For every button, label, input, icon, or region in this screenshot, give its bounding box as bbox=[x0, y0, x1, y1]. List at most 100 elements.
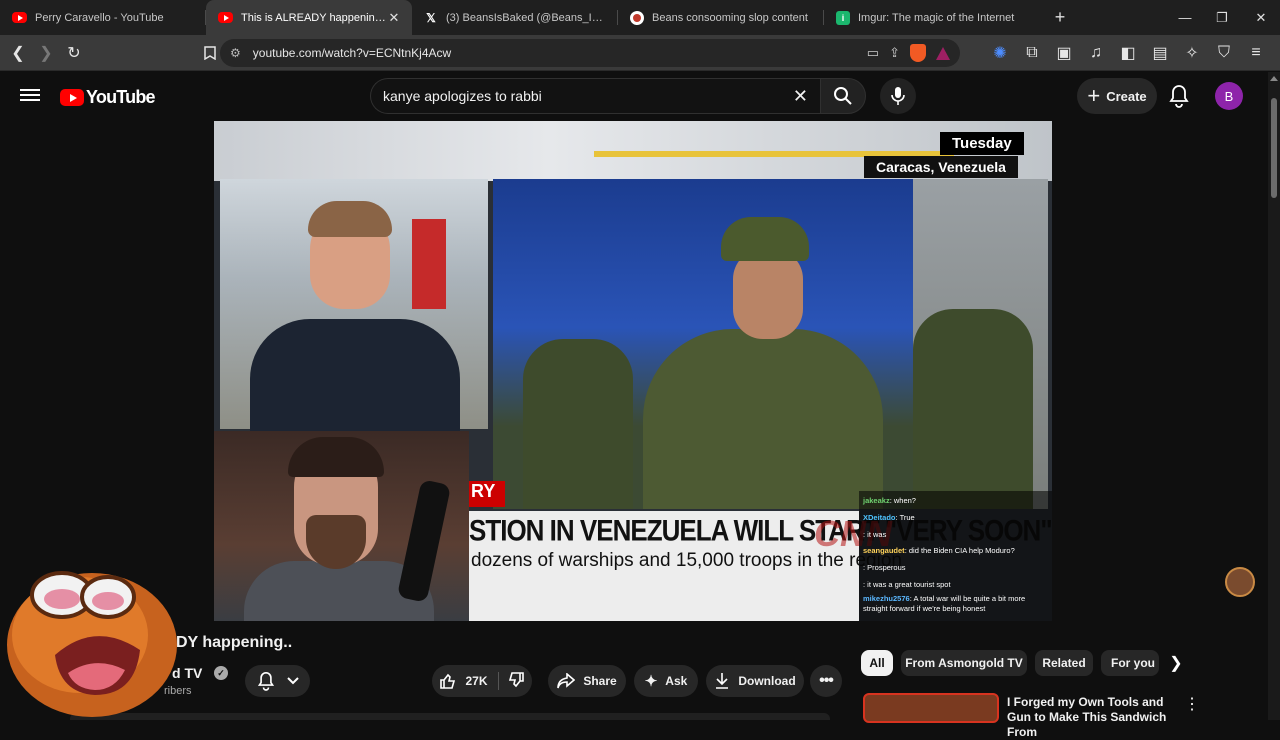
streamer-headphones bbox=[288, 437, 384, 477]
chip-related[interactable]: Related bbox=[1035, 650, 1093, 676]
microphone-icon bbox=[891, 87, 905, 105]
overlay-day: Tuesday bbox=[940, 132, 1024, 155]
host-hair bbox=[308, 201, 392, 237]
browser-tab[interactable]: 𝕏 (3) BeansIsBaked (@Beans_Is_Baked) bbox=[412, 0, 618, 35]
cast-icon[interactable]: ▭ bbox=[867, 45, 879, 61]
brave-shields-icon[interactable] bbox=[910, 44, 926, 62]
browser-tab[interactable]: Beans consooming slop content bbox=[618, 0, 824, 35]
browser-tab-strip: Perry Caravello - YouTube This is ALREAD… bbox=[0, 0, 1280, 35]
address-bar[interactable]: ⚙ youtube.com/watch?v=ECNtnKj4Acw ▭ ⇪ bbox=[220, 39, 960, 67]
video-player[interactable]: Tuesday Caracas, Venezuela RY STION IN V… bbox=[214, 121, 1052, 621]
streamer-webcam bbox=[214, 431, 469, 621]
chevron-down-icon bbox=[286, 677, 299, 685]
chat-text: Prosperous bbox=[867, 563, 906, 573]
notifications-bell-icon[interactable] bbox=[1168, 84, 1192, 108]
media-icon[interactable]: ♫ bbox=[1082, 39, 1110, 67]
restore-icon[interactable]: ❐ bbox=[1203, 0, 1241, 35]
clear-search-icon[interactable]: ✕ bbox=[793, 86, 808, 107]
hamburger-menu-icon[interactable] bbox=[20, 86, 40, 106]
recommended-video-title[interactable]: I Forged my Own Tools and Gun to Make Th… bbox=[1007, 695, 1177, 740]
close-tab-icon[interactable]: ✕ bbox=[386, 10, 402, 26]
chat-text: did the Biden CIA help Moduro? bbox=[908, 546, 1015, 556]
chat-username: jakeakz bbox=[863, 496, 890, 505]
emote-overlay-icon bbox=[7, 571, 177, 717]
tab-title: Perry Caravello - YouTube bbox=[35, 11, 164, 24]
subscription-notifications-button[interactable] bbox=[245, 665, 310, 697]
recommended-video-thumbnail[interactable] bbox=[863, 693, 999, 723]
back-icon[interactable]: ❮ bbox=[4, 39, 32, 67]
host-shirt bbox=[250, 319, 460, 439]
floating-channel-avatar[interactable] bbox=[1225, 567, 1255, 597]
news-subheadline: dozens of warships and 15,000 troops in … bbox=[471, 550, 902, 571]
create-label: Create bbox=[1106, 88, 1147, 104]
browser-tab[interactable]: i Imgur: The magic of the Internet bbox=[824, 0, 1030, 35]
verified-badge-icon: ✓ bbox=[214, 666, 228, 680]
voice-search-button[interactable] bbox=[880, 78, 916, 114]
chat-message: : Prosperous bbox=[863, 563, 906, 573]
page-scrollbar[interactable] bbox=[1268, 72, 1280, 720]
share-button[interactable]: Share bbox=[548, 665, 626, 697]
youtube-logo[interactable]: YouTube bbox=[60, 87, 156, 108]
download-button[interactable]: Download bbox=[706, 665, 804, 697]
chip-all[interactable]: All bbox=[861, 650, 893, 676]
vpn-icon[interactable]: ⛉ bbox=[1210, 39, 1238, 67]
more-vertical-icon[interactable]: ⋮ bbox=[1184, 694, 1200, 714]
thumbs-down-icon bbox=[508, 671, 524, 687]
account-avatar[interactable]: B bbox=[1215, 82, 1243, 110]
youtube-icon bbox=[218, 12, 233, 23]
download-label: Download bbox=[738, 674, 796, 688]
ask-button[interactable]: ✦ Ask bbox=[634, 665, 698, 697]
minimize-icon[interactable]: — bbox=[1166, 0, 1204, 35]
close-window-icon[interactable]: ✕ bbox=[1242, 0, 1280, 35]
extensions-puzzle-icon[interactable]: ⧉ bbox=[1018, 39, 1046, 67]
leo-ai-icon[interactable]: ✧ bbox=[1178, 39, 1206, 67]
share-label: Share bbox=[583, 674, 617, 688]
like-dislike-group: 27K bbox=[432, 665, 532, 697]
news-headline: STION IN VENEZUELA WILL START "VERY SOON… bbox=[469, 513, 1052, 548]
youtube-icon bbox=[12, 12, 27, 23]
chat-text: when? bbox=[893, 496, 916, 505]
brave-rewards-icon[interactable] bbox=[936, 46, 950, 60]
search-button[interactable] bbox=[820, 78, 866, 114]
new-tab-button[interactable]: + bbox=[1046, 3, 1074, 31]
chat-text: it was a great tourist spot bbox=[867, 579, 951, 589]
site-settings-icon[interactable]: ⚙ bbox=[230, 46, 241, 60]
chevron-right-icon[interactable]: ❯ bbox=[1166, 653, 1186, 673]
soldier-figure bbox=[523, 339, 633, 509]
officer-face bbox=[733, 249, 803, 339]
chat-message: mikezhu2576: A total war will be quite a… bbox=[863, 593, 1026, 613]
plus-icon: + bbox=[1087, 83, 1101, 108]
chat-text: it was bbox=[867, 529, 887, 539]
chip-from-channel[interactable]: From Asmongold TV bbox=[901, 650, 1027, 676]
forward-icon[interactable]: ❯ bbox=[32, 39, 60, 67]
chat-username: mikezhu2576 bbox=[863, 593, 910, 603]
create-button[interactable]: + Create bbox=[1077, 78, 1157, 114]
like-button[interactable]: 27K bbox=[439, 672, 499, 690]
sparkle-icon: ✦ bbox=[644, 673, 658, 690]
scrollbar-thumb[interactable] bbox=[1271, 98, 1277, 198]
browser-tab-active[interactable]: This is ALREADY happening.. - Yo ✕ bbox=[206, 0, 412, 35]
bell-icon bbox=[257, 671, 274, 691]
wallet-icon[interactable]: ▤ bbox=[1146, 39, 1174, 67]
tab-search-icon[interactable]: ▣ bbox=[1050, 39, 1078, 67]
video-title: DY happening.. bbox=[176, 634, 293, 651]
sidebar-icon[interactable]: ◧ bbox=[1114, 39, 1142, 67]
more-actions-button[interactable]: ••• bbox=[810, 665, 842, 697]
chip-for-you[interactable]: For you bbox=[1101, 650, 1159, 676]
reload-icon[interactable]: ↻ bbox=[60, 39, 88, 67]
stream-chat-overlay: jakeakz: when? XDeitado: True : it was s… bbox=[859, 491, 1052, 621]
more-horizontal-icon: ••• bbox=[819, 672, 834, 689]
youtube-play-icon bbox=[60, 89, 84, 106]
chat-message: jakeakz: when? bbox=[863, 496, 916, 505]
search-input[interactable]: kanye apologizes to rabbi ✕ bbox=[370, 78, 820, 114]
search-query: kanye apologizes to rabbi bbox=[383, 88, 542, 104]
scroll-up-icon[interactable] bbox=[1270, 76, 1278, 81]
extension-icon[interactable]: ✺ bbox=[986, 39, 1014, 67]
chat-message: XDeitado: True bbox=[863, 512, 915, 522]
chat-message: seangaudet: did the Biden CIA help Modur… bbox=[863, 546, 1015, 556]
tab-title: This is ALREADY happening.. - Yo bbox=[241, 11, 386, 24]
share-page-icon[interactable]: ⇪ bbox=[889, 45, 900, 61]
dislike-button[interactable] bbox=[507, 671, 525, 692]
menu-icon[interactable]: ≡ bbox=[1242, 39, 1270, 67]
browser-tab[interactable]: Perry Caravello - YouTube bbox=[0, 0, 206, 35]
